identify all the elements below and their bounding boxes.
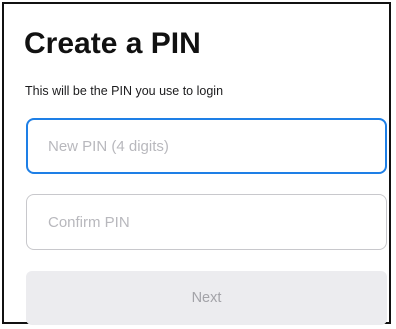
- page-title: Create a PIN: [24, 27, 201, 60]
- next-button[interactable]: Next: [26, 271, 387, 325]
- page-subtitle: This will be the PIN you use to login: [25, 84, 224, 98]
- new-pin-input[interactable]: [26, 118, 387, 174]
- confirm-pin-input[interactable]: [26, 194, 387, 250]
- create-pin-panel: Create a PIN This will be the PIN you us…: [2, 2, 391, 325]
